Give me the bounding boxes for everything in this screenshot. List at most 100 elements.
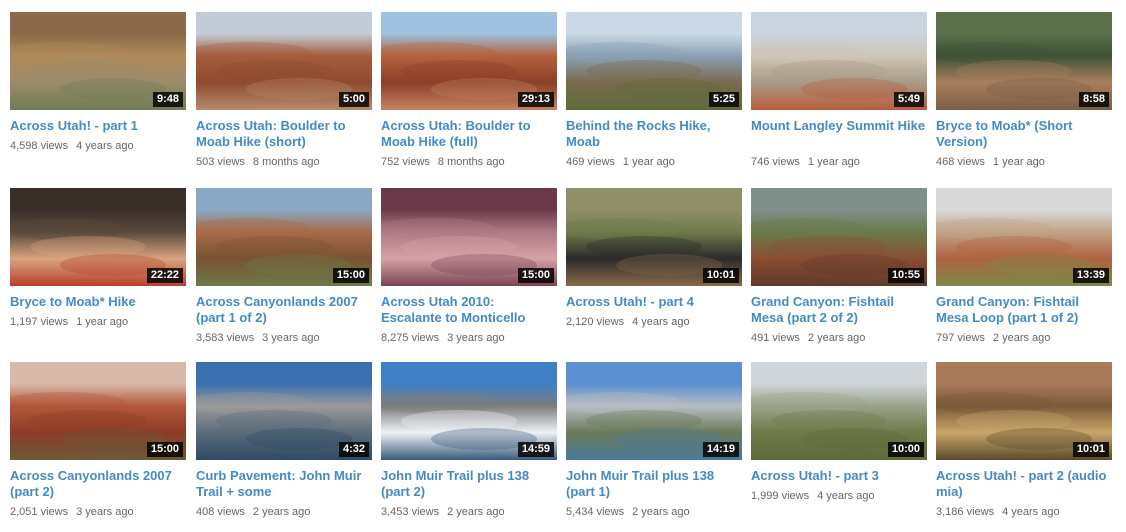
view-count: 408 views	[196, 506, 245, 518]
video-thumbnail[interactable]: 5:25	[566, 12, 742, 110]
upload-age: 4 years ago	[76, 140, 134, 152]
video-thumbnail[interactable]: 8:58	[936, 12, 1112, 110]
upload-age: 3 years ago	[262, 332, 320, 344]
video-card[interactable]: 4:32 Curb Pavement: John Muir Trail + som…	[196, 362, 372, 532]
video-duration: 5:49	[893, 92, 924, 107]
view-count: 797 views	[936, 332, 985, 344]
view-count: 469 views	[566, 156, 615, 168]
video-duration: 29:13	[517, 92, 554, 107]
video-thumbnail[interactable]: 15:00	[196, 188, 372, 286]
upload-age: 1 year ago	[76, 316, 129, 328]
video-duration: 10:55	[887, 268, 924, 283]
video-duration: 22:22	[146, 268, 183, 283]
upload-age: 2 years ago	[447, 506, 505, 518]
video-title-link[interactable]: Across Utah! - part 1	[10, 118, 186, 134]
video-card[interactable]: 10:00 Across Utah! - part 3 1,999 views 4 y…	[751, 362, 927, 532]
view-count: 5,434 views	[566, 506, 625, 518]
upload-age: 2 years ago	[992, 332, 1051, 344]
video-duration: 10:01	[702, 268, 739, 283]
upload-age: 8 months ago	[252, 156, 320, 168]
video-thumbnail[interactable]: 15:00	[381, 188, 557, 286]
video-card[interactable]: 10:55 Grand Canyon: Fishtail Mesa (part 2…	[751, 188, 927, 358]
video-meta: 746 views 1 year ago	[751, 155, 860, 169]
video-thumbnail[interactable]: 4:32	[196, 362, 372, 460]
video-meta: 3,186 views 4 years ago	[936, 505, 1060, 519]
video-meta: 1,197 views 1 year ago	[10, 315, 128, 329]
video-card[interactable]: 14:59 John Muir Trail plus 138 (part 2) 3,…	[381, 362, 557, 532]
video-card[interactable]: 10:01 Across Utah! - part 4 2,120 views 4 y…	[566, 188, 742, 358]
video-title-link[interactable]: Mount Langley Summit Hike	[751, 118, 927, 134]
video-card[interactable]: 29:13 Across Utah: Boulder to Moab Hike (…	[381, 12, 557, 182]
video-thumbnail[interactable]: 13:39	[936, 188, 1112, 286]
video-duration: 8:58	[1078, 92, 1109, 107]
video-card[interactable]: 13:39 Grand Canyon: Fishtail Mesa Loop (p…	[936, 188, 1112, 358]
video-duration: 4:32	[338, 442, 369, 457]
video-thumbnail[interactable]: 14:59	[381, 362, 557, 460]
video-thumbnail[interactable]: 5:00	[196, 12, 372, 110]
thumbnail-texture	[246, 428, 352, 450]
video-title-link[interactable]: Across Canyonlands 2007 (part 1 of 2)	[196, 294, 372, 326]
video-meta: 2,120 views 4 years ago	[566, 315, 690, 329]
video-thumbnail[interactable]: 10:55	[751, 188, 927, 286]
upload-age: 2 years ago	[632, 506, 690, 518]
video-title-link[interactable]: Grand Canyon: Fishtail Mesa Loop (part 1…	[936, 294, 1112, 326]
video-thumbnail[interactable]: 14:19	[566, 362, 742, 460]
video-card[interactable]: 14:19 John Muir Trail plus 138 (part 1) 5,…	[566, 362, 742, 532]
video-duration: 15:00	[146, 442, 183, 457]
view-count: 1,999 views	[751, 490, 810, 502]
view-count: 4,598 views	[10, 140, 69, 152]
video-card[interactable]: 15:00 Across Utah 2010: Escalante to Mont…	[381, 188, 557, 358]
video-duration: 15:00	[332, 268, 369, 283]
video-title-link[interactable]: Grand Canyon: Fishtail Mesa (part 2 of 2…	[751, 294, 927, 326]
video-meta: 752 views 8 months ago	[381, 155, 505, 169]
upload-age: 2 years ago	[252, 506, 311, 518]
video-title-link[interactable]: Bryce to Moab* Hike	[10, 294, 186, 310]
thumbnail-texture	[60, 78, 166, 100]
view-count: 1,197 views	[10, 316, 69, 328]
video-thumbnail[interactable]: 10:01	[566, 188, 742, 286]
video-thumbnail[interactable]: 15:00	[10, 362, 186, 460]
video-title-link[interactable]: Across Utah! - part 2 (audio mia)	[936, 468, 1112, 500]
video-card[interactable]: 15:00 Across Canyonlands 2007 (part 2) 2,0…	[10, 362, 186, 532]
video-meta: 408 views 2 years ago	[196, 505, 310, 519]
video-card[interactable]: 15:00 Across Canyonlands 2007 (part 1 of …	[196, 188, 372, 358]
video-meta: 5,434 views 2 years ago	[566, 505, 690, 519]
video-title-link[interactable]: Across Utah: Boulder to Moab Hike (full)	[381, 118, 557, 150]
video-duration: 14:59	[517, 442, 554, 457]
view-count: 8,275 views	[381, 332, 440, 344]
view-count: 3,186 views	[936, 506, 995, 518]
video-title-link[interactable]: Across Canyonlands 2007 (part 2)	[10, 468, 186, 500]
video-duration: 5:00	[338, 92, 369, 107]
video-card[interactable]: 5:00 Across Utah: Boulder to Moab Hike (s…	[196, 12, 372, 182]
video-card[interactable]: 5:49 Mount Langley Summit Hike 746 views 1 …	[751, 12, 927, 182]
upload-age: 4 years ago	[817, 490, 875, 502]
video-card[interactable]: 9:48 Across Utah! - part 1 4,598 views 4 ye…	[10, 12, 186, 182]
video-title-link[interactable]: Across Utah 2010: Escalante to Monticell…	[381, 294, 557, 326]
video-duration: 9:48	[152, 92, 183, 107]
video-title-link[interactable]: Bryce to Moab* (Short Version)	[936, 118, 1112, 150]
video-thumbnail[interactable]: 29:13	[381, 12, 557, 110]
video-thumbnail[interactable]: 9:48	[10, 12, 186, 110]
video-card[interactable]: 10:01 Across Utah! - part 2 (audio mia) 3,…	[936, 362, 1112, 532]
video-meta: 468 views 1 year ago	[936, 155, 1045, 169]
video-title-link[interactable]: Across Utah! - part 4	[566, 294, 742, 310]
video-title-link[interactable]: Behind the Rocks Hike, Moab	[566, 118, 742, 150]
thumbnail-texture	[801, 78, 907, 100]
video-thumbnail[interactable]: 10:01	[936, 362, 1112, 460]
view-count: 752 views	[381, 156, 430, 168]
view-count: 503 views	[196, 156, 245, 168]
video-card[interactable]: 8:58 Bryce to Moab* (Short Version) 468 vi…	[936, 12, 1112, 182]
video-title-link[interactable]: Across Utah! - part 3	[751, 468, 927, 484]
video-duration: 10:01	[1072, 442, 1109, 457]
video-thumbnail[interactable]: 22:22	[10, 188, 186, 286]
video-title-link[interactable]: Across Utah: Boulder to Moab Hike (short…	[196, 118, 372, 150]
video-card[interactable]: 5:25 Behind the Rocks Hike, Moab 469 views…	[566, 12, 742, 182]
thumbnail-texture	[986, 78, 1092, 100]
video-card[interactable]: 22:22 Bryce to Moab* Hike 1,197 views 1 yea…	[10, 188, 186, 358]
video-title-link[interactable]: John Muir Trail plus 138 (part 1)	[566, 468, 742, 500]
video-title-link[interactable]: Curb Pavement: John Muir Trail + some	[196, 468, 372, 500]
thumbnail-texture	[246, 78, 352, 100]
video-title-link[interactable]: John Muir Trail plus 138 (part 2)	[381, 468, 557, 500]
video-thumbnail[interactable]: 10:00	[751, 362, 927, 460]
video-thumbnail[interactable]: 5:49	[751, 12, 927, 110]
